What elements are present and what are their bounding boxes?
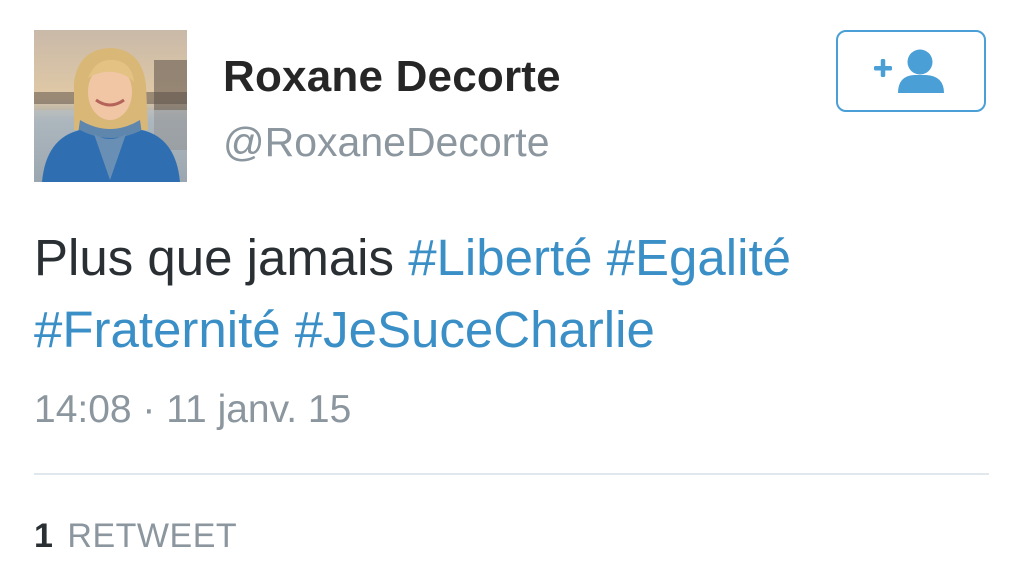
tweet-text-segment: Plus que jamais xyxy=(34,229,409,286)
profile-photo xyxy=(34,30,187,182)
tweet-timestamp: 14:08 · 11 janv. 15 xyxy=(34,388,352,431)
follow-button[interactable] xyxy=(836,30,986,112)
add-user-icon xyxy=(874,49,944,93)
hashtag-link[interactable]: #JeSuceCharlie xyxy=(295,301,655,358)
divider xyxy=(34,473,989,475)
retweet-label: RETWEET xyxy=(67,517,238,555)
retweet-count: 1 xyxy=(34,517,54,555)
hashtag-link[interactable]: #Egalité xyxy=(607,229,791,286)
tweet-text: Plus que jamais #Liberté #Egalité #Frate… xyxy=(34,222,994,366)
hashtag-link[interactable]: #Fraternité xyxy=(34,301,281,358)
hashtag-link[interactable]: #Liberté xyxy=(408,229,592,286)
avatar[interactable] xyxy=(34,30,187,182)
user-display-name[interactable]: Roxane Decorte xyxy=(223,52,561,102)
user-handle[interactable]: @RoxaneDecorte xyxy=(223,119,550,166)
retweet-stat[interactable]: 1 RETWEET xyxy=(34,517,237,556)
tweet-text-segment xyxy=(281,301,295,358)
tweet-text-segment xyxy=(593,229,607,286)
